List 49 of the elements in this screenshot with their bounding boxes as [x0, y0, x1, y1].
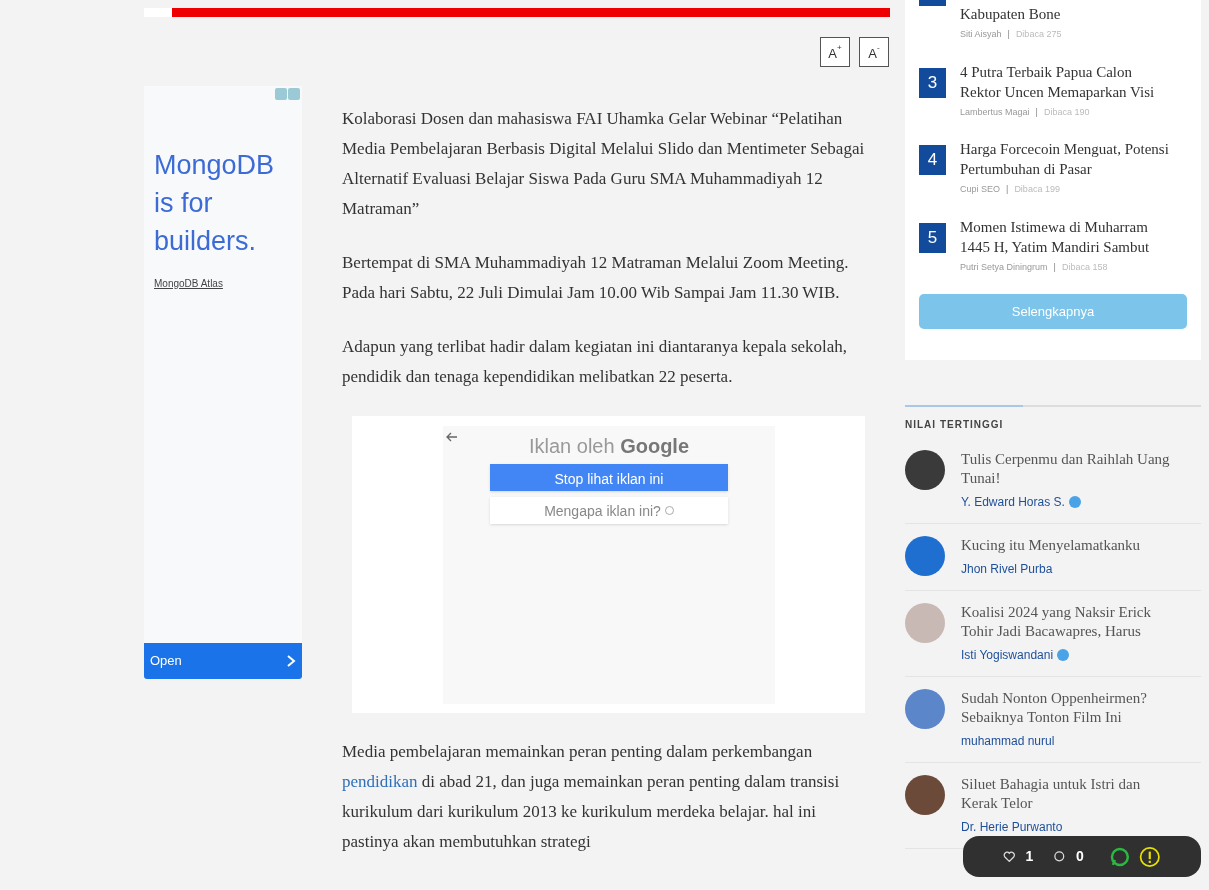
article-title[interactable]: Harga Forcecoin Menguat, Potensi Pertumbuhan di Pasar: [960, 139, 1174, 179]
section-heading: NILAI TERTINGGI: [905, 418, 1005, 432]
read-count: Dibaca 199: [1014, 183, 1060, 196]
article-paragraph: Media pembelajaran memainkan peran penting dalam perkembangan pendidikan di abad 21, dan juga memainkan peran penting dalam transisi kurikulum dari kurikulum 2013 ke kurikulum merdeka belajar. hal ini pastinya akan membutuhkan strategi: [342, 741, 841, 853]
rank-number: 3: [919, 67, 946, 98]
tab-stub: [144, 8, 172, 17]
article-title[interactable]: Sudah Nonton Oppenheirmen? Sebaiknya Tonton Film Ini: [961, 689, 1175, 727]
warning-icon[interactable]: [1139, 844, 1161, 869]
font-size-button[interactable]: A-: [859, 37, 889, 67]
read-count: Dibaca 190: [1043, 105, 1090, 119]
author-name[interactable]: Dr. Herie Purwanto: [961, 818, 1063, 836]
separator: |: [1006, 183, 1009, 196]
why-ad-button[interactable]: Mengapa iklan ini?: [490, 497, 728, 524]
article-title[interactable]: Siluet Bahagia untuk Istri dan Kerak Telor: [961, 775, 1175, 813]
author-name[interactable]: Y. Edward Horas S.: [961, 493, 1065, 511]
author-name[interactable]: Isti Yogiswandani: [961, 646, 1054, 664]
ad-notice-title: Iklan oleh Google: [528, 434, 690, 459]
article-paragraph: Bertempat di SMA Muhammadiyah 12 Matraman Melalui Zoom Meeting. Pada hari Sabtu, 22 Juli Dimulai Jam 10.00 Wib Sampai Jam 11.30 WIB.: [342, 252, 850, 304]
separator: |: [1053, 260, 1056, 274]
rank-number: [919, 0, 946, 6]
article-link[interactable]: pendidikan: [342, 772, 418, 791]
rank-number: 5: [919, 222, 946, 253]
read-count: Dibaca 158: [1061, 260, 1108, 274]
article-paragraph: Adapun yang terlibat hadir dalam kegiatan ini diantaranya kepala sekolah, pendidik dan tenaga kependidikan melibatkan 22 peserta.: [342, 336, 849, 388]
rank-number: 4: [919, 145, 946, 175]
stop-ad-button[interactable]: Stop lihat iklan ini: [490, 464, 728, 491]
chevron-icon: [286, 654, 296, 668]
article-paragraph: Kolaborasi Dosen dan mahasiswa FAI Uhamka Gelar Webinar “Pelatihan Media Pembelajaran Berbasis Digital Melalui Slido dan Mentimeter Sebagai Alternatif Evaluasi Belajar Siswa Pada Guru SMA Muhammadiyah 12 Matraman”: [342, 108, 866, 220]
separator: |: [1035, 105, 1038, 119]
ad-headline: MongoDB is for builders.: [153, 149, 276, 258]
article-title[interactable]: Momen Istimewa di Muharram 1445 H, Yatim Mandiri Sambut: [960, 216, 1174, 257]
article-title[interactable]: Koalisi 2024 yang Naksir Erick Tohir Jadi Bacawapres, Harus: [961, 603, 1175, 641]
like-count: 1: [1025, 847, 1034, 866]
ad-link[interactable]: MongoDB Atlas: [154, 276, 223, 291]
article-title[interactable]: 4 Putra Terbaik Papua Calon Rektor Uncen Memaparkan Visi: [960, 61, 1174, 102]
heart-icon[interactable]: [1003, 849, 1016, 864]
chat-bubble-icon[interactable]: [1109, 845, 1130, 868]
comment-count: 0: [1075, 847, 1084, 866]
comment-icon[interactable]: [1053, 849, 1066, 864]
author-name[interactable]: muhammad nurul: [961, 732, 1055, 750]
separator: |: [1007, 28, 1010, 41]
article-title[interactable]: Tulis Cerpenmu dan Raihlah Uang Tunai!: [961, 450, 1175, 488]
article-title[interactable]: Kucing itu Menyelamatkanku: [961, 536, 1175, 555]
font-size-button[interactable]: A+: [820, 37, 850, 67]
back-arrow-icon[interactable]: [446, 432, 458, 442]
open-button[interactable]: Open: [144, 643, 302, 679]
author-name[interactable]: Jhon Rivel Purba: [961, 560, 1053, 578]
article-title[interactable]: Kabupaten Bone: [960, 4, 1174, 24]
read-count: Dibaca 275: [1015, 28, 1062, 41]
